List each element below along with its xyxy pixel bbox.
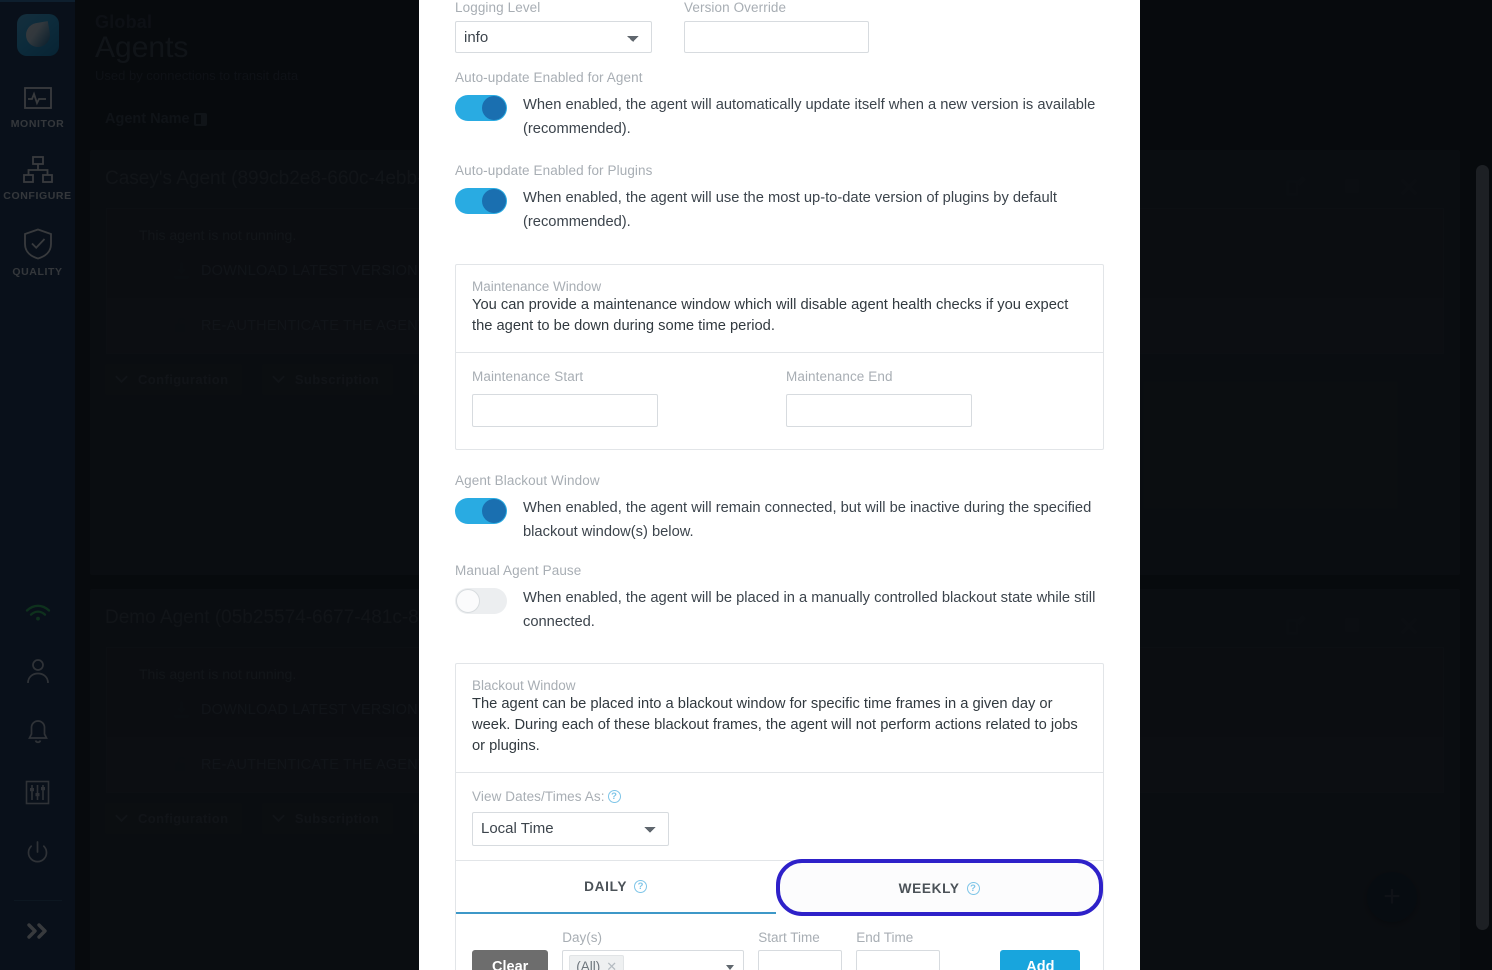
blackout-window-panel: Blackout Window The agent can be placed … — [455, 662, 1104, 970]
maintenance-window-header: Maintenance Window You can provide a mai… — [456, 265, 1103, 353]
end-time-label: End Time — [856, 929, 914, 945]
maintenance-window-panel: Maintenance Window You can provide a mai… — [455, 264, 1104, 450]
blackout-window-title: Blackout Window — [472, 677, 576, 693]
agent-blackout-window-label: Agent Blackout Window — [455, 472, 600, 488]
maintenance-end-label: Maintenance End — [786, 368, 893, 384]
blackout-tabs: DAILY ? WEEKLY ? — [456, 858, 1103, 916]
manual-agent-pause-block: Manual Agent Pause When enabled, the age… — [419, 562, 1140, 635]
add-button[interactable]: Add — [1000, 949, 1081, 970]
days-chip-label: (All) — [576, 959, 601, 970]
start-time-label: Start Time — [758, 929, 820, 945]
manual-agent-pause-label: Manual Agent Pause — [455, 563, 582, 579]
maintenance-window-description: You can provide a maintenance window whi… — [472, 297, 1069, 335]
end-time-input[interactable] — [856, 949, 941, 970]
auto-update-agent-toggle[interactable] — [455, 95, 507, 121]
tab-weekly[interactable]: WEEKLY ? — [775, 858, 1103, 916]
days-label: Day(s) — [562, 929, 603, 945]
version-override-field: Version Override — [684, 0, 869, 53]
start-time-input[interactable] — [758, 949, 843, 970]
maintenance-start-label: Maintenance Start — [472, 368, 584, 384]
maintenance-start-field: Maintenance Start — [472, 369, 658, 427]
auto-update-plugins-toggle[interactable] — [455, 187, 507, 214]
view-dates-times-select[interactable]: Local TimeUTCAgent Time — [472, 811, 669, 846]
maintenance-start-input[interactable] — [472, 393, 658, 427]
version-override-label: Version Override — [684, 0, 787, 15]
auto-update-plugins-block: Auto-update Enabled for Plugins When ena… — [419, 162, 1140, 235]
logging-level-select[interactable]: infodebugwarnerrortrace — [455, 21, 652, 53]
manual-agent-pause-description: When enabled, the agent will be placed i… — [523, 590, 1096, 631]
maintenance-window-title: Maintenance Window — [472, 279, 602, 294]
end-time-field: End Time — [856, 929, 941, 970]
tab-weekly-label: WEEKLY — [898, 880, 960, 896]
blackout-entry-row: Clear Day(s) (All) ✕ Start Time End Time… — [456, 914, 1103, 970]
help-icon[interactable]: ? — [634, 879, 648, 893]
maintenance-end-field: Maintenance End — [786, 369, 972, 427]
view-dates-times-label: View Dates/Times As: — [472, 788, 605, 804]
chevron-down-icon[interactable] — [726, 964, 735, 970]
auto-update-plugins-label: Auto-update Enabled for Plugins — [455, 162, 653, 178]
clear-button[interactable]: Clear — [472, 949, 549, 970]
logging-level-field: Logging Level infodebugwarnerrortrace — [455, 0, 652, 53]
logging-level-label: Logging Level — [455, 0, 541, 15]
maintenance-end-input[interactable] — [786, 393, 972, 427]
help-icon[interactable]: ? — [966, 881, 980, 895]
start-time-field: Start Time — [758, 929, 843, 970]
days-field: Day(s) (All) ✕ — [562, 929, 745, 970]
agent-blackout-window-description: When enabled, the agent will remain conn… — [523, 499, 1092, 540]
agent-blackout-window-block: Agent Blackout Window When enabled, the … — [419, 472, 1140, 545]
view-dates-times-field: View Dates/Times As: ? Local TimeUTCAgen… — [456, 773, 1103, 860]
auto-update-agent-description: When enabled, the agent will automatical… — [523, 97, 1096, 138]
blackout-window-description: The agent can be placed into a blackout … — [472, 695, 1078, 755]
days-chip[interactable]: (All) ✕ — [569, 954, 625, 970]
auto-update-agent-label: Auto-update Enabled for Agent — [455, 70, 643, 85]
days-multiselect[interactable]: (All) ✕ — [562, 949, 745, 970]
agent-settings-modal: Logging Level infodebugwarnerrortrace Ve… — [419, 0, 1140, 970]
remove-chip-icon[interactable]: ✕ — [606, 959, 617, 970]
agent-blackout-window-toggle[interactable] — [455, 497, 507, 524]
auto-update-plugins-description: When enabled, the agent will use the mos… — [523, 189, 1057, 230]
maintenance-window-body: Maintenance Start Maintenance End — [456, 353, 1103, 449]
version-override-input[interactable] — [684, 21, 869, 53]
tab-daily-label: DAILY — [584, 878, 627, 894]
blackout-window-header: Blackout Window The agent can be placed … — [456, 664, 1103, 773]
tab-daily[interactable]: DAILY ? — [456, 860, 776, 914]
auto-update-agent-block: Auto-update Enabled for Agent When enabl… — [419, 69, 1140, 142]
help-icon[interactable]: ? — [607, 789, 621, 803]
manual-agent-pause-toggle[interactable] — [455, 588, 507, 615]
